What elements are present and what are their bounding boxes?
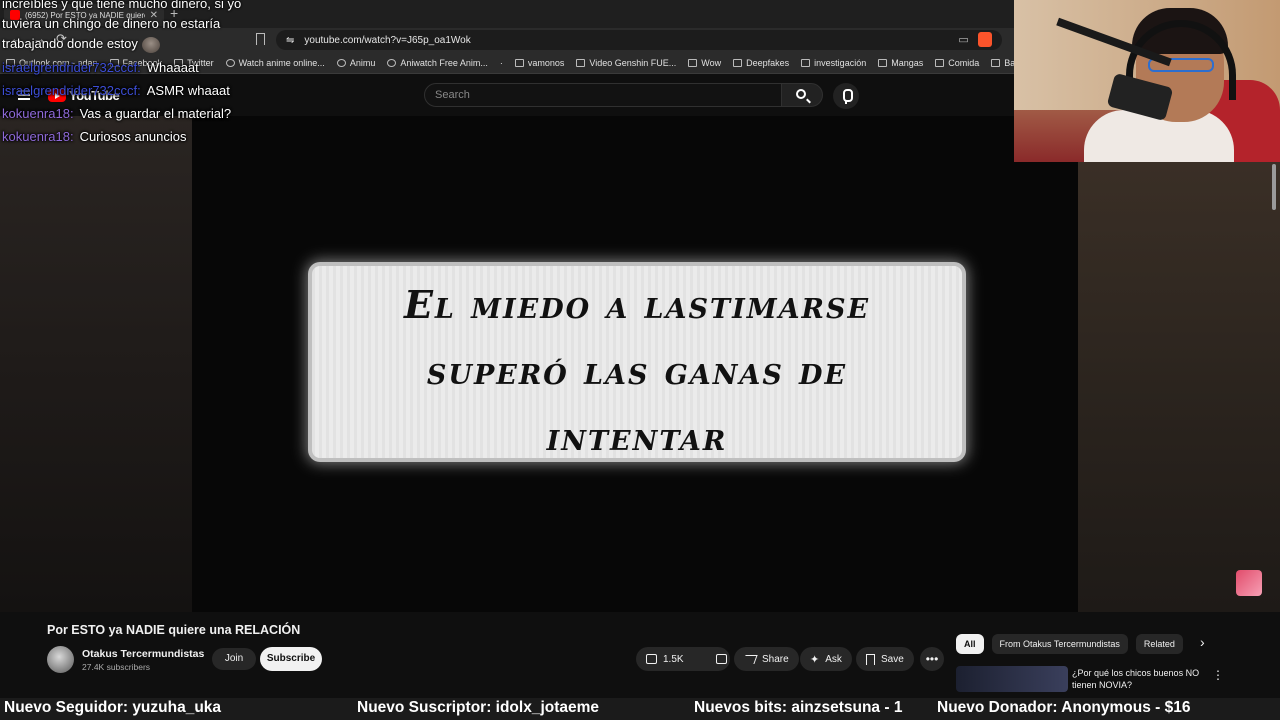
voice-search-icon[interactable] bbox=[833, 83, 859, 109]
caption-line: superó las ganas de bbox=[426, 348, 848, 393]
bookmark-folder[interactable]: Comida bbox=[935, 58, 979, 68]
ambient-right bbox=[1078, 162, 1280, 612]
alert-new-bits: Nuevos bits: ainzsetsuna - 1 bbox=[694, 699, 903, 716]
like-dislike-group: 1.5K bbox=[636, 647, 730, 671]
chevron-right-icon[interactable]: › bbox=[1200, 634, 1205, 650]
chip-all[interactable]: All bbox=[956, 634, 984, 654]
subscriber-count: 27.4K subscribers bbox=[82, 662, 151, 672]
save-button[interactable]: Save bbox=[856, 647, 914, 671]
stream-alerts-ticker: Nuevo Seguidor: yuzuha_uka Nuevo Suscrip… bbox=[0, 698, 1280, 720]
join-button[interactable]: Join bbox=[212, 648, 256, 670]
emote-icon bbox=[141, 36, 160, 53]
thumbs-up-icon bbox=[646, 654, 657, 664]
alert-new-subscriber: Nuevo Suscriptor: idolx_jotaeme bbox=[357, 699, 600, 716]
search-input[interactable]: Search bbox=[424, 83, 782, 107]
folder-icon bbox=[733, 58, 743, 67]
recommendation-title[interactable]: ¿Por qué los chicos buenos NO tienen NOV… bbox=[1072, 667, 1204, 691]
bookmark-item[interactable]: Aniwatch Free Anim... bbox=[387, 58, 488, 68]
chat-message-continued: increíbles y que tiene mucho dinero, si … bbox=[2, 0, 242, 53]
alert-new-follower: Nuevo Seguidor: yuzuha_uka bbox=[4, 699, 222, 716]
aniwatch-icon bbox=[387, 58, 397, 67]
address-bar[interactable]: ⇋ youtube.com/watch?v=J65p_oa1Wok bbox=[276, 30, 1002, 50]
webcam-overlay bbox=[1014, 0, 1280, 162]
sparkle-icon: ✦ bbox=[810, 653, 820, 666]
channel-avatar[interactable] bbox=[47, 646, 74, 673]
chat-username: israelgrendrider732cccf: bbox=[2, 60, 141, 75]
stream-chat-overlay: increíbles y que tiene mucho dinero, si … bbox=[0, 0, 330, 150]
share-button[interactable]: Share bbox=[734, 647, 799, 671]
search-button[interactable] bbox=[781, 83, 823, 107]
search-icon bbox=[796, 89, 806, 99]
bookmark-folder[interactable]: Video Genshin FUE... bbox=[576, 58, 676, 68]
chip-related[interactable]: Related bbox=[1135, 634, 1183, 654]
like-count: 1.5K bbox=[663, 653, 684, 665]
kebab-menu-icon[interactable]: ⋮ bbox=[1212, 668, 1224, 682]
screen: (6952) Por ESTO ya NADIE quiere ✕ + ← → … bbox=[0, 0, 1280, 720]
folder-icon bbox=[576, 58, 586, 67]
chat-username: kokuenra18: bbox=[2, 129, 74, 144]
more-actions-button[interactable]: ••• bbox=[920, 647, 944, 671]
chip-from-channel[interactable]: From Otakus Tercermundistas bbox=[991, 634, 1128, 654]
dislike-button[interactable] bbox=[706, 647, 737, 671]
caption-line: intentar bbox=[546, 414, 728, 459]
chat-text: Curiosos anuncios bbox=[79, 129, 187, 144]
folder-icon bbox=[688, 58, 698, 67]
folder-icon bbox=[878, 58, 888, 67]
thumbs-down-icon bbox=[715, 654, 727, 664]
caption-line: El miedo a lastimarse bbox=[403, 282, 871, 327]
folder-icon bbox=[801, 58, 811, 67]
like-button[interactable]: 1.5K bbox=[636, 647, 694, 671]
recommendation-thumbnail[interactable] bbox=[956, 666, 1068, 692]
video-caption: El miedo a lastimarse superó las ganas d… bbox=[312, 272, 962, 470]
brave-shield-icon[interactable] bbox=[978, 32, 992, 47]
bookmark-item[interactable]: Animu bbox=[336, 58, 375, 68]
bookmark-folder[interactable]: Deepfakes bbox=[733, 58, 789, 68]
folder-icon bbox=[991, 58, 1001, 67]
chat-message: israelgrendrider732cccf: Whaaaat bbox=[2, 56, 199, 79]
folder-icon bbox=[935, 58, 945, 67]
bookmark-item[interactable]: · bbox=[500, 58, 503, 68]
bookmark-folder[interactable]: Mangas bbox=[878, 58, 923, 68]
chat-message: israelgrendrider732cccf: ASMR whaaat bbox=[2, 79, 230, 102]
chat-text: Whaaaat bbox=[146, 60, 199, 75]
video-title: Por ESTO ya NADIE quiere una RELACIÓN bbox=[47, 623, 301, 637]
globe-icon bbox=[336, 58, 346, 67]
page-scrollbar[interactable] bbox=[1272, 164, 1276, 210]
recommendation-chips: All From Otakus Tercermundistas Related bbox=[956, 634, 1183, 654]
chat-text: Vas a guardar el material? bbox=[79, 106, 232, 121]
bookmark-icon bbox=[866, 653, 875, 665]
chat-message: kokuenra18: Vas a guardar el material? bbox=[2, 102, 231, 125]
bookmark-folder[interactable]: vamonos bbox=[514, 58, 564, 68]
bookmark-folder[interactable]: investigación bbox=[801, 58, 866, 68]
alert-new-donation: Nuevo Donador: Anonymous - $16 bbox=[937, 699, 1191, 716]
chat-username: israelgrendrider732cccf: bbox=[2, 83, 141, 98]
dot-icon: · bbox=[499, 57, 503, 68]
bookmark-folder[interactable]: Wow bbox=[688, 58, 721, 68]
chat-message: kokuenra18: Curiosos anuncios bbox=[2, 125, 187, 148]
chat-username: kokuenra18: bbox=[2, 106, 74, 121]
channel-name[interactable]: Otakus Tercermundistas bbox=[82, 648, 204, 660]
anime-sticker-icon bbox=[1236, 570, 1262, 596]
folder-icon bbox=[514, 58, 524, 67]
video-frame[interactable]: El miedo a lastimarse superó las ganas d… bbox=[192, 116, 1078, 612]
subscribe-button[interactable]: Subscribe bbox=[260, 647, 322, 671]
ask-button[interactable]: ✦ Ask bbox=[800, 647, 852, 671]
ambient-left bbox=[0, 116, 192, 612]
chat-text: ASMR whaaat bbox=[146, 83, 230, 98]
video-player[interactable]: El miedo a lastimarse superó las ganas d… bbox=[0, 116, 1280, 612]
video-info: Por ESTO ya NADIE quiere una RELACIÓN Ot… bbox=[0, 612, 1280, 692]
cast-icon[interactable]: ▭ bbox=[958, 33, 968, 46]
share-icon bbox=[742, 654, 758, 664]
